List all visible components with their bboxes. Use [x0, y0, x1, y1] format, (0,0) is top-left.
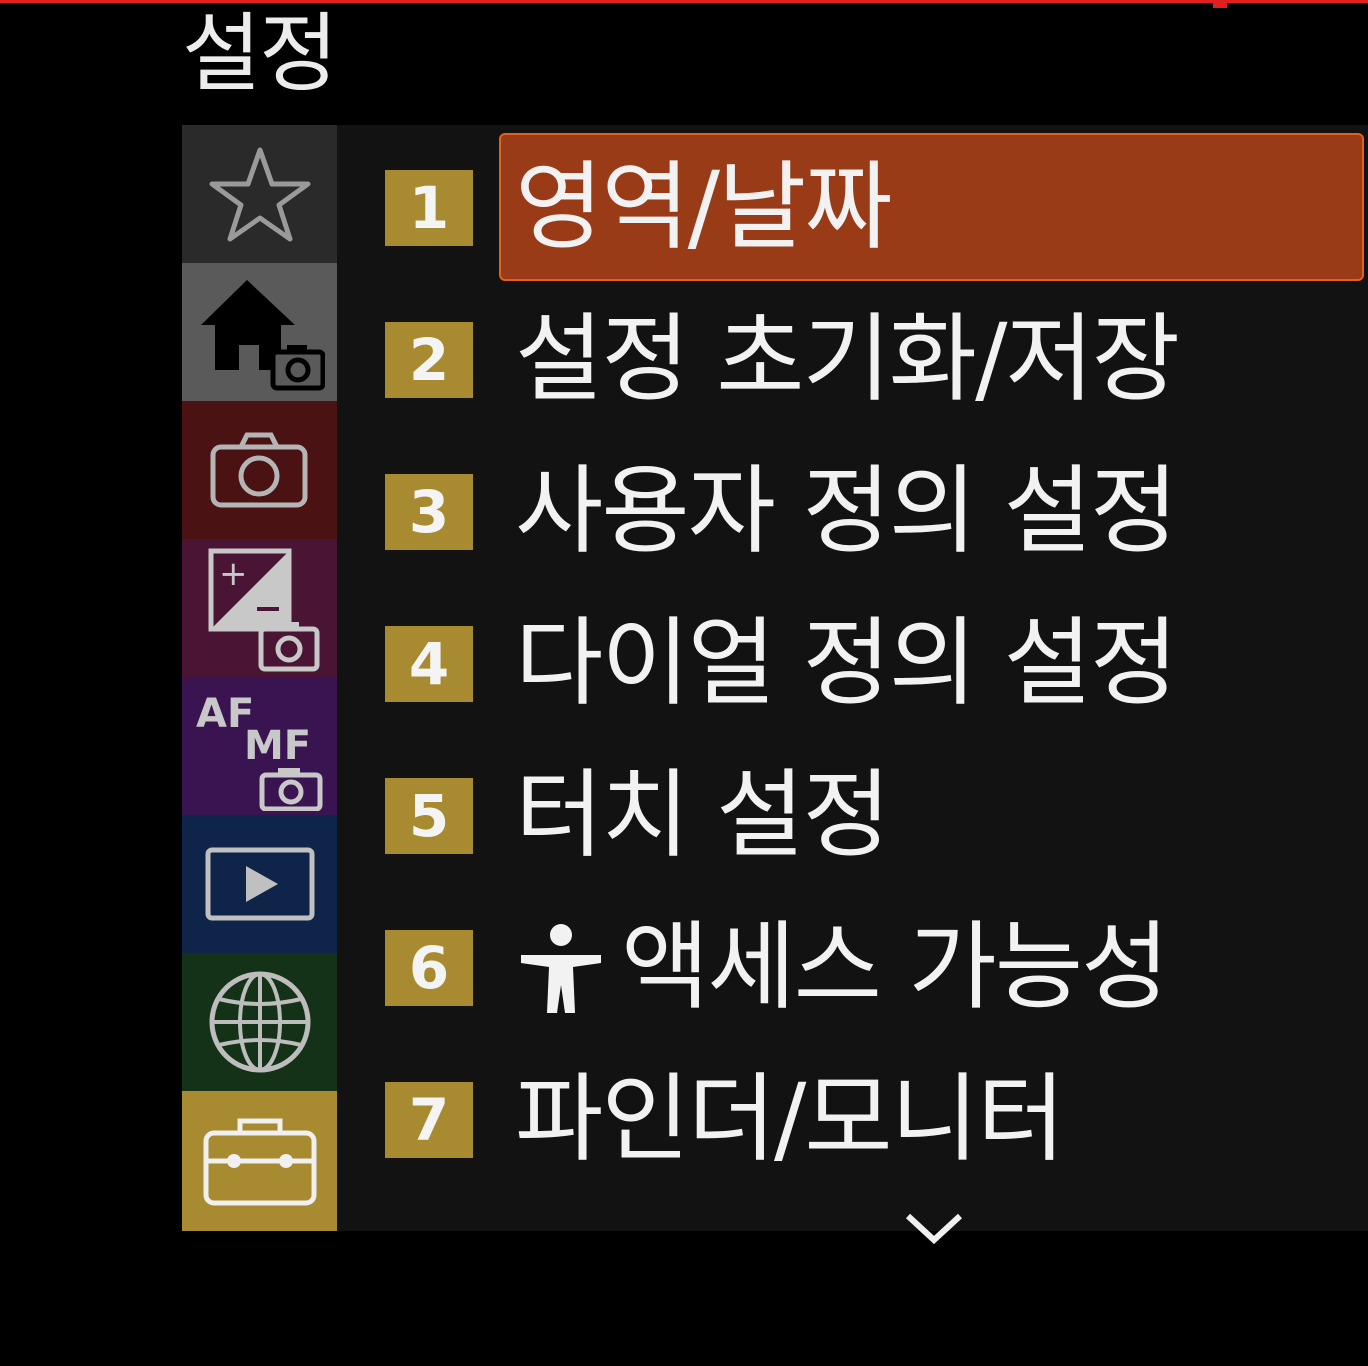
item-number-badge: 1	[385, 170, 473, 246]
menu-item-settings-reset-save[interactable]: 2 설정 초기화/저장	[337, 277, 1368, 429]
tab-playback[interactable]	[182, 815, 337, 953]
item-number-badge: 5	[385, 778, 473, 854]
mf-text: MF	[244, 723, 311, 769]
menu-item-label-group: 액세스 가능성	[515, 905, 1169, 1029]
menu-item-accessibility[interactable]: 6 액세스 가능성	[337, 885, 1368, 1037]
category-sidebar: + AF MF	[182, 125, 337, 1231]
menu-item-label: 사용자 정의 설정	[515, 455, 1178, 567]
menu-item-label: 터치 설정	[515, 759, 891, 871]
camera-icon	[210, 432, 307, 508]
home-camera-icon	[200, 279, 325, 390]
exposure-camera-icon: +	[208, 548, 319, 672]
tab-shooting[interactable]	[182, 401, 337, 539]
item-number-badge: 4	[385, 626, 473, 702]
item-number-badge: 3	[385, 474, 473, 550]
toolbox-icon	[203, 1118, 316, 1206]
page-title: 설정	[182, 4, 338, 104]
menu-item-touch-settings[interactable]: 5 터치 설정	[337, 733, 1368, 885]
menu-item-custom-settings[interactable]: 3 사용자 정의 설정	[337, 429, 1368, 581]
star-icon	[209, 147, 310, 242]
tab-focus[interactable]: AF MF	[182, 677, 337, 815]
menu-item-label: 설정 초기화/저장	[515, 303, 1180, 415]
menu-item-dial-settings[interactable]: 4 다이얼 정의 설정	[337, 581, 1368, 733]
menu-item-label: 다이얼 정의 설정	[515, 607, 1178, 719]
menu-item-label: 액세스 가능성	[621, 911, 1169, 1023]
play-icon	[205, 847, 314, 921]
top-border	[0, 0, 1368, 3]
tab-my-menu[interactable]	[182, 125, 337, 263]
af-mf-camera-icon: AF MF	[196, 691, 322, 811]
tab-main[interactable]	[182, 263, 337, 401]
item-number-badge: 2	[385, 322, 473, 398]
item-number-badge: 6	[385, 930, 473, 1006]
item-number-badge: 7	[385, 1082, 473, 1158]
chevron-down-icon[interactable]	[902, 1210, 966, 1246]
menu-item-label: 영역/날짜	[515, 151, 893, 263]
accessibility-icon	[521, 924, 601, 1013]
menu-item-finder-monitor[interactable]: 7 파인더/모니터	[337, 1037, 1368, 1189]
menu-item-area-date[interactable]: 1 영역/날짜	[337, 125, 1368, 281]
menu-list: 1 영역/날짜 2 설정 초기화/저장 3 사용자 정의 설정 4 다이얼 정의…	[337, 125, 1368, 1231]
tab-exposure-color[interactable]: +	[182, 539, 337, 677]
tab-network[interactable]	[182, 953, 337, 1091]
top-marker	[1213, 0, 1227, 8]
menu-item-label: 파인더/모니터	[515, 1063, 1065, 1175]
svg-text:+: +	[219, 554, 248, 594]
globe-icon	[209, 971, 310, 1073]
tab-setup[interactable]	[182, 1091, 337, 1231]
